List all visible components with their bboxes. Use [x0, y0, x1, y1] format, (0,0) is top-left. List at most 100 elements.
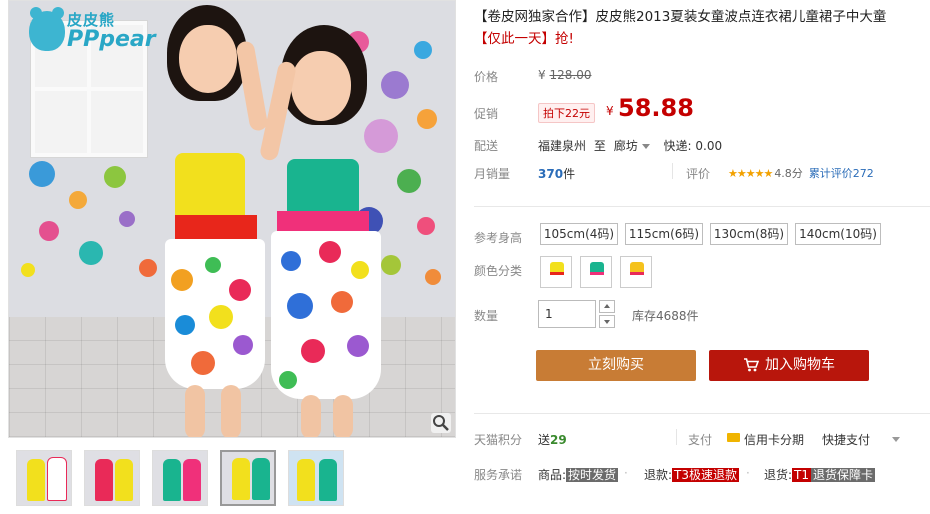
- credit-card-icon: [727, 433, 740, 442]
- divider: [474, 206, 930, 207]
- size-option-115[interactable]: 115cm(6码): [625, 223, 703, 245]
- thumbnail-strip: [16, 450, 356, 512]
- shipping-fee: 快递: 0.00: [663, 139, 723, 153]
- bear-icon: [29, 7, 65, 51]
- service-tag: T3极速退款: [672, 468, 740, 482]
- wall-dot: [425, 269, 441, 285]
- ship-to-word: 至: [593, 139, 606, 153]
- ship-from: 福建泉州: [538, 139, 587, 153]
- thumbnail-4-active[interactable]: [220, 450, 276, 506]
- points-prefix: 送: [538, 433, 551, 447]
- size-option-105[interactable]: 105cm(4码): [540, 223, 618, 245]
- polka-skirt-right: [271, 231, 381, 399]
- size-option-140[interactable]: 140cm(10码): [795, 223, 881, 245]
- shipping-info: 福建泉州 至 廊坊 快递: 0.00: [538, 137, 722, 154]
- wall-dot: [29, 161, 55, 187]
- chevron-down-icon[interactable]: [641, 144, 650, 149]
- quantity-input[interactable]: 1: [538, 300, 596, 328]
- green-bodice: [287, 159, 359, 217]
- quantity-decrease-button[interactable]: [599, 315, 615, 328]
- model-girl-right: [258, 21, 397, 437]
- points-value: 29: [550, 433, 567, 447]
- service-label: 服务承诺: [474, 468, 523, 482]
- monthly-sales-unit: 件: [563, 167, 576, 181]
- service-tag-code: T1: [792, 468, 812, 482]
- color-swatch-2[interactable]: [580, 256, 612, 288]
- wall-dot: [79, 241, 103, 265]
- divider: [672, 163, 673, 179]
- product-title-promo: 【仅此一天】抢!: [474, 31, 574, 47]
- wall-dot: [417, 109, 437, 129]
- service-tag: 退货保障卡: [811, 468, 876, 482]
- service-item-refund[interactable]: 退款: T3极速退款: [644, 466, 740, 483]
- thumbnail-5[interactable]: [288, 450, 344, 506]
- active-thumb-caret: [246, 450, 258, 451]
- wall-dot: [139, 259, 157, 277]
- service-item-prefix: 退款:: [644, 468, 673, 482]
- size-option-130[interactable]: 130cm(8码): [710, 223, 788, 245]
- brand-logo-en: PPpear: [67, 27, 156, 52]
- original-price-label: 价格: [474, 70, 499, 84]
- add-to-cart-button[interactable]: 加入购物车: [709, 350, 869, 381]
- magnifier-icon[interactable]: [431, 413, 451, 433]
- size-label: 参考身高: [474, 231, 523, 245]
- payment-quick[interactable]: 快捷支付: [822, 431, 870, 448]
- service-item-return[interactable]: 退货: T1 退货保障卡: [764, 466, 876, 483]
- wall-dot: [414, 41, 432, 59]
- original-price-value: 128.00: [549, 68, 592, 82]
- points-label: 天猫积分: [474, 433, 523, 447]
- star-rating-icon: ★★★★★: [728, 167, 773, 180]
- color-swatch-1[interactable]: [540, 256, 572, 288]
- cart-icon: [744, 358, 759, 372]
- wall-dot: [39, 221, 59, 241]
- promo-price-label: 促销: [474, 107, 499, 121]
- original-price-currency: ¥: [538, 68, 546, 82]
- thumbnail-2[interactable]: [84, 450, 140, 506]
- service-item-shipping[interactable]: 商品: 按时发货: [538, 466, 619, 483]
- product-title-main: 【卷皮网独家合作】皮皮熊2013夏装女童波点连衣裙儿童裙子中大童: [474, 9, 887, 25]
- wall-dot: [397, 169, 421, 193]
- main-product-image[interactable]: 皮皮熊 PPpear: [8, 0, 456, 438]
- divider: [676, 429, 677, 445]
- add-to-cart-label: 加入购物车: [765, 357, 835, 373]
- shipping-label: 配送: [474, 139, 499, 153]
- ship-destination-dropdown[interactable]: 廊坊: [614, 139, 638, 153]
- service-item-prefix: 商品:: [538, 468, 567, 482]
- model-girl-left: [159, 1, 279, 437]
- product-info-panel: 【卷皮网独家合作】皮皮熊2013夏装女童波点连衣裙儿童裙子中大童 【仅此一天】抢…: [474, 0, 930, 514]
- thumbnail-1[interactable]: [16, 450, 72, 506]
- service-item-prefix: 退货:: [764, 468, 793, 482]
- separator-dot: ·: [746, 466, 750, 480]
- buy-now-button[interactable]: 立刻购买: [536, 350, 696, 381]
- wall-dot: [21, 263, 35, 277]
- divider: [474, 413, 930, 414]
- payment-label: 支付: [688, 433, 713, 447]
- points-info: 送29: [538, 431, 567, 448]
- quantity-label: 数量: [474, 309, 499, 323]
- rating-label: 评价: [686, 167, 711, 181]
- rating-info: ★★★★★ 4.8分 累计评价272: [728, 165, 874, 181]
- quantity-increase-button[interactable]: [599, 300, 615, 313]
- monthly-sales-label: 月销量: [474, 167, 511, 181]
- wall-dot: [69, 191, 87, 209]
- total-reviews-link[interactable]: 累计评价272: [809, 167, 874, 180]
- chevron-down-icon[interactable]: [892, 437, 900, 442]
- brand-logo: 皮皮熊 PPpear: [29, 7, 156, 59]
- red-sash: [175, 215, 257, 241]
- monthly-sales-count: 370: [538, 167, 564, 181]
- rating-score: 4.8分: [774, 167, 803, 180]
- stock-count: 库存4688件: [632, 309, 699, 323]
- monthly-sales: 370件: [538, 165, 575, 182]
- promo-price-currency: ¥: [606, 104, 614, 118]
- color-label: 颜色分类: [474, 264, 523, 278]
- original-price: ¥ 128.00: [538, 68, 591, 82]
- service-tag: 按时发货: [566, 468, 619, 482]
- polka-skirt-left: [165, 239, 265, 389]
- promo-price-value: 58.88: [618, 94, 694, 122]
- thumbnail-3[interactable]: [152, 450, 208, 506]
- promo-badge: 拍下22元: [538, 103, 595, 123]
- yellow-bodice: [175, 153, 245, 219]
- product-title: 【卷皮网独家合作】皮皮熊2013夏装女童波点连衣裙儿童裙子中大童 【仅此一天】抢…: [474, 6, 930, 50]
- color-swatch-3[interactable]: [620, 256, 652, 288]
- payment-installment[interactable]: 信用卡分期: [744, 431, 804, 448]
